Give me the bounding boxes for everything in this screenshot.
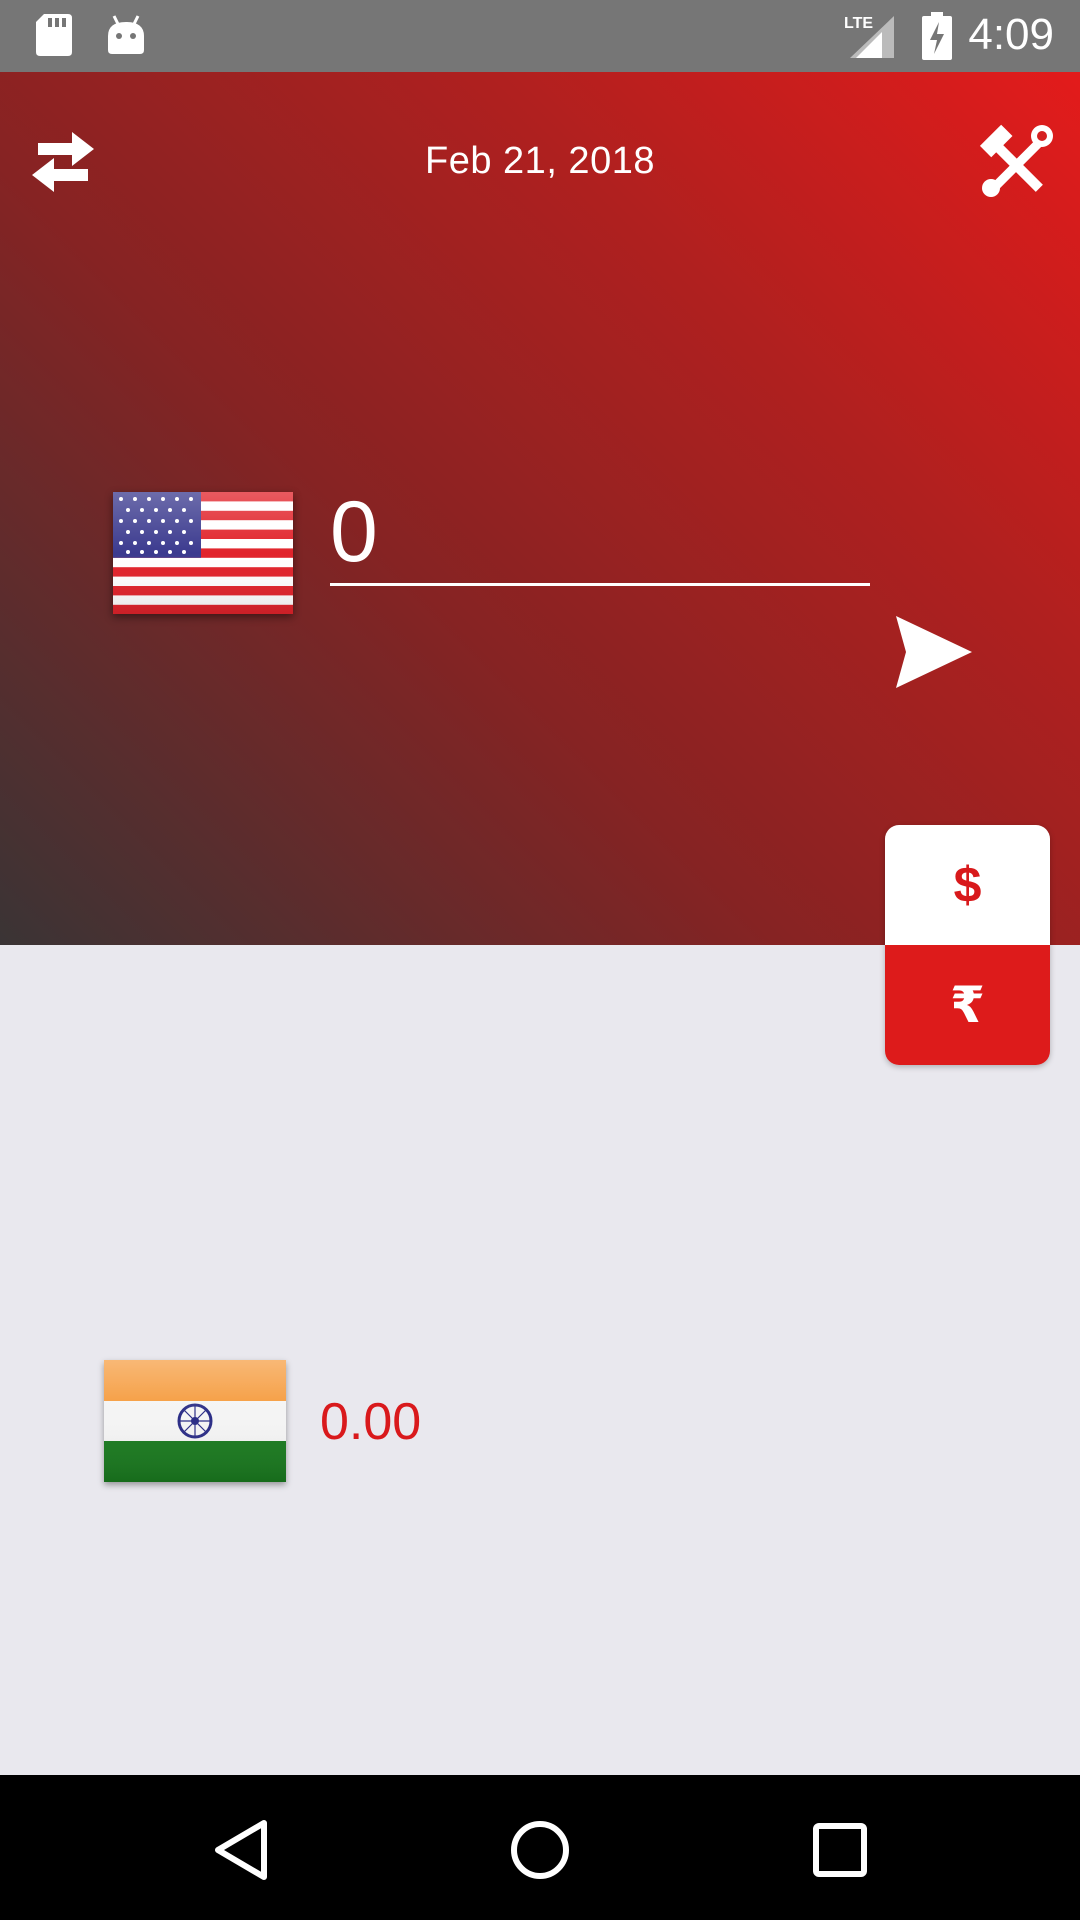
us-flag[interactable] xyxy=(113,492,293,614)
back-icon[interactable] xyxy=(206,1815,276,1885)
currency-toggle[interactable]: $ ₹ xyxy=(885,825,1050,1065)
home-icon[interactable] xyxy=(505,1815,575,1885)
send-icon[interactable] xyxy=(896,614,976,690)
result-value: 0.00 xyxy=(320,1393,422,1451)
sd-card-icon xyxy=(36,14,72,61)
india-flag[interactable] xyxy=(104,1360,286,1482)
dollar-toggle-button[interactable]: $ xyxy=(885,825,1050,945)
status-time: 4:09 xyxy=(968,10,1054,59)
date-label: Feb 21, 2018 xyxy=(425,140,655,182)
navigation-bar xyxy=(0,1775,1080,1920)
svg-text:LTE: LTE xyxy=(844,15,873,32)
signal-icon: LTE xyxy=(842,12,898,65)
battery-charging-icon xyxy=(922,12,952,65)
android-icon xyxy=(106,14,146,61)
status-bar: LTE 4:09 xyxy=(0,0,1080,72)
converter-panel: Feb 21, 2018 xyxy=(0,72,1080,945)
rupee-toggle-button[interactable]: ₹ xyxy=(885,945,1050,1065)
recents-icon[interactable] xyxy=(805,1815,875,1885)
tools-icon[interactable] xyxy=(978,124,1054,200)
amount-input[interactable] xyxy=(330,482,870,586)
